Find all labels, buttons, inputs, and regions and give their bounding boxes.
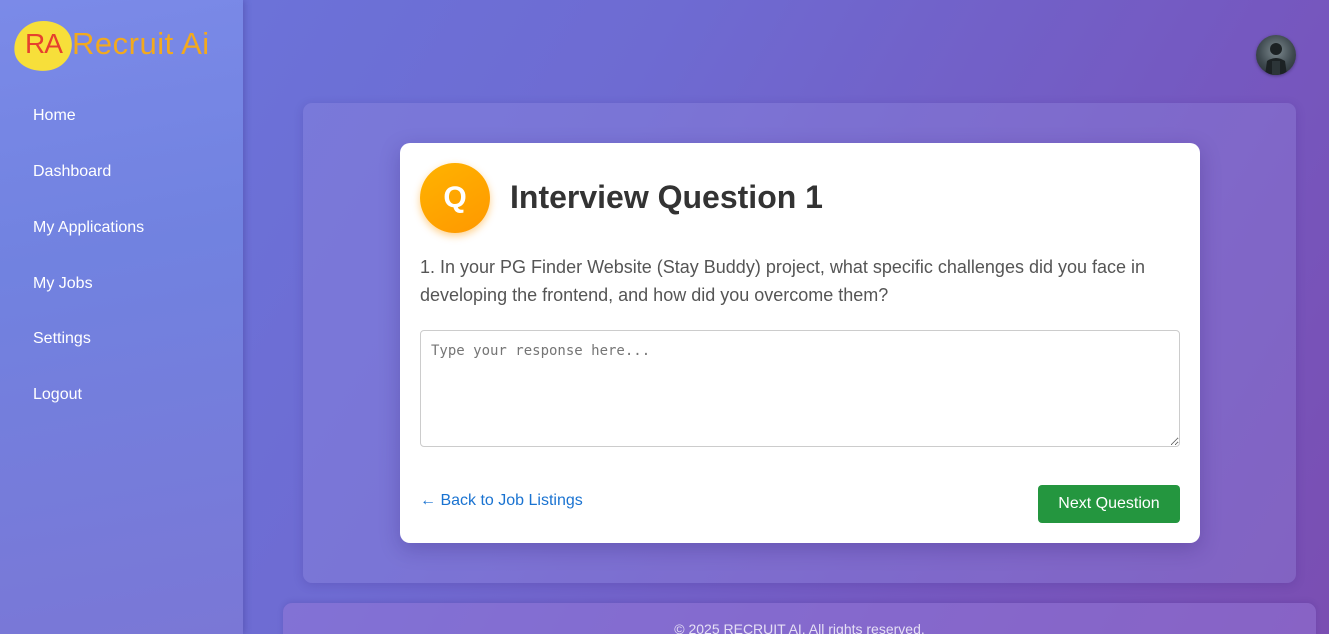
logo-badge-text: RA bbox=[25, 28, 63, 59]
next-question-button[interactable]: Next Question bbox=[1038, 485, 1180, 523]
nav-item-my-applications[interactable]: My Applications bbox=[33, 216, 144, 272]
person-silhouette-icon bbox=[1265, 43, 1287, 75]
user-avatar[interactable] bbox=[1256, 35, 1296, 75]
back-to-job-listings-link[interactable]: ← Back to Job Listings bbox=[420, 492, 583, 510]
question-text: 1. In your PG Finder Website (Stay Buddy… bbox=[420, 257, 1146, 305]
logo-name: Recruit Ai bbox=[72, 26, 210, 61]
nav-item-dashboard[interactable]: Dashboard bbox=[33, 160, 144, 216]
nav-item-logout[interactable]: Logout bbox=[33, 383, 144, 439]
sidebar: RA Recruit Ai Home Dashboard My Applicat… bbox=[0, 0, 243, 634]
page-title: Interview Question 1 bbox=[510, 179, 823, 215]
brand-logo[interactable]: RA Recruit Ai bbox=[10, 17, 234, 75]
nav-item-my-jobs[interactable]: My Jobs bbox=[33, 272, 144, 327]
question-card: Q Interview Question 1 1. In your PG Fin… bbox=[400, 143, 1200, 543]
footer: © 2025 RECRUIT AI. All rights reserved. bbox=[283, 603, 1316, 634]
question-badge-icon: Q bbox=[420, 163, 490, 233]
sidebar-nav: Home Dashboard My Applications My Jobs S… bbox=[33, 104, 144, 439]
footer-copyright: © 2025 RECRUIT AI. All rights reserved. bbox=[674, 621, 925, 634]
nav-item-home[interactable]: Home bbox=[33, 104, 144, 160]
nav-item-settings[interactable]: Settings bbox=[33, 327, 144, 383]
response-textarea[interactable] bbox=[420, 330, 1180, 447]
